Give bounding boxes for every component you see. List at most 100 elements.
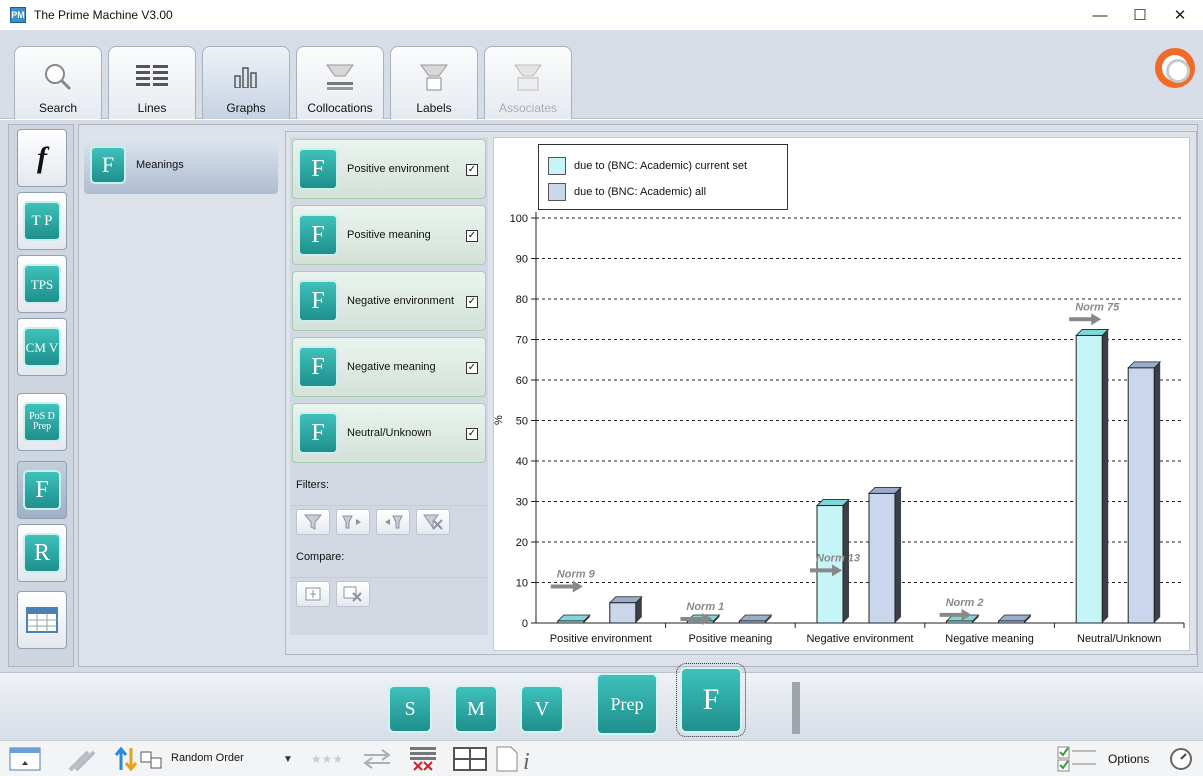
options-checklist-icon[interactable] — [1056, 746, 1102, 772]
filter-clear-button[interactable] — [416, 508, 450, 535]
compare-clear-icon — [343, 586, 362, 602]
options-label[interactable]: Options — [1108, 752, 1149, 766]
category-label: Neutral/Unknown — [347, 427, 432, 439]
tab-lines[interactable]: Lines — [108, 46, 196, 119]
labels-icon — [416, 59, 452, 95]
minimize-button[interactable]: — — [1080, 4, 1120, 26]
category-checkbox[interactable]: ✓ — [466, 164, 478, 176]
svg-text:i: i — [523, 749, 530, 773]
lines-icon — [134, 59, 170, 95]
bar-top — [738, 614, 773, 622]
legend-item: due to (BNC: Academic) all — [548, 182, 706, 202]
filter-include-button[interactable] — [336, 508, 370, 535]
bar-top — [816, 499, 850, 506]
meanings-tab[interactable]: F Meanings — [84, 136, 278, 194]
tab-graphs[interactable]: Graphs — [202, 46, 290, 119]
compare-button-row — [292, 577, 486, 609]
compare-button[interactable] — [296, 580, 330, 607]
x-tick-label: Positive environment — [550, 633, 652, 645]
tab-labels[interactable]: Labels — [390, 46, 478, 119]
chevron-down-icon[interactable]: ▼ — [280, 746, 296, 772]
text-position-icon: T P — [23, 201, 61, 241]
category-checkbox[interactable]: ✓ — [466, 230, 478, 242]
norm-label: Norm 75 — [1075, 301, 1120, 313]
meanings-icon: F — [298, 148, 338, 190]
bar-top — [997, 614, 1032, 622]
grid-view-icon[interactable] — [452, 746, 488, 772]
meanings-dock-button[interactable]: F — [676, 663, 746, 737]
y-tick-label: 90 — [516, 254, 528, 266]
maximize-button[interactable]: ☐ — [1120, 4, 1160, 26]
remove-lines-icon[interactable] — [406, 746, 440, 772]
category-label: Negative meaning — [347, 361, 436, 373]
category-item[interactable]: F Negative environment ✓ — [292, 271, 486, 331]
side-button-collocation-metadata[interactable]: CM V — [17, 318, 67, 376]
side-button-function[interactable]: f — [17, 129, 67, 187]
preposition-button[interactable]: Prep — [596, 673, 658, 735]
y-tick-label: 100 — [510, 213, 528, 225]
verb-button[interactable]: V — [520, 685, 564, 733]
tab-label: Associates — [498, 101, 558, 115]
norm-label: Norm 9 — [557, 569, 596, 581]
compare-clear-button[interactable] — [336, 580, 370, 607]
category-checkbox[interactable]: ✓ — [466, 362, 478, 374]
category-checkbox[interactable]: ✓ — [466, 296, 478, 308]
bar — [738, 620, 766, 624]
meanings-icon: F — [298, 346, 338, 388]
bar-side — [895, 487, 901, 623]
category-label: Negative environment — [347, 295, 455, 307]
bar-graph-icon — [228, 59, 264, 95]
window-list-icon[interactable] — [8, 746, 42, 772]
legend-item: due to (BNC: Academic) current set — [548, 156, 747, 176]
close-button[interactable]: ✕ — [1160, 4, 1200, 26]
document-info-icon[interactable]: i — [494, 746, 540, 773]
category-item[interactable]: F Positive environment ✓ — [292, 139, 486, 199]
sort-order-icon[interactable] — [112, 746, 168, 772]
compare-icon — [305, 587, 321, 600]
title-bar: PM The Prime Machine V3.00 — ☐ ✕ — [0, 0, 1203, 30]
related-icon: R — [23, 533, 61, 573]
bar — [998, 620, 1026, 624]
category-checkbox[interactable]: ✓ — [466, 428, 478, 440]
associates-icon — [510, 59, 546, 95]
y-tick-label: 30 — [516, 497, 528, 509]
side-button-meanings[interactable]: F — [17, 461, 67, 519]
gauge-icon[interactable] — [1168, 746, 1194, 772]
category-item[interactable]: F Neutral/Unknown ✓ — [292, 403, 486, 463]
meanings-icon: F — [298, 280, 338, 322]
tools-icon[interactable] — [64, 746, 100, 772]
help-lifebuoy-icon[interactable] — [1155, 48, 1195, 88]
side-button-related[interactable]: R — [17, 524, 67, 582]
metadata-button[interactable]: M — [454, 685, 498, 733]
side-button-table[interactable] — [17, 591, 67, 649]
sentence-button[interactable]: S — [388, 685, 432, 733]
tab-label: Labels — [416, 101, 452, 115]
app-icon: PM — [10, 7, 26, 23]
filters-label: Filters: — [296, 479, 329, 491]
legend-label: due to (BNC: Academic) current set — [574, 160, 748, 172]
filters-button-row — [292, 505, 486, 537]
filter-clear-icon — [423, 514, 443, 530]
bar-top — [868, 486, 902, 494]
category-item[interactable]: F Positive meaning ✓ — [292, 205, 486, 265]
side-button-text-position[interactable]: T P — [17, 192, 67, 250]
tab-collocations[interactable]: Collocations — [296, 46, 384, 119]
tab-label: Lines — [137, 101, 167, 115]
filter-exclude-button[interactable] — [376, 508, 410, 535]
y-tick-label: 70 — [516, 335, 528, 347]
y-tick-label: 80 — [516, 294, 528, 306]
category-item[interactable]: F Negative meaning ✓ — [292, 337, 486, 397]
meanings-icon: F — [90, 146, 126, 184]
tab-associates[interactable]: Associates — [484, 46, 572, 119]
tab-search[interactable]: Search — [14, 46, 102, 119]
bar — [868, 492, 896, 624]
y-tick-label: 20 — [516, 537, 528, 549]
bar-top — [556, 614, 591, 622]
filter-funnel-button[interactable] — [296, 508, 330, 535]
meanings-icon: F — [23, 470, 61, 510]
rating-stars-icon[interactable]: ★★★ — [304, 746, 350, 772]
norm-label: Norm 1 — [686, 601, 724, 613]
side-button-text-position-sentence[interactable]: TPS — [17, 255, 67, 313]
side-button-part-of-speech[interactable]: PoS D Prep — [17, 393, 67, 451]
swap-arrows-icon[interactable] — [360, 746, 394, 772]
